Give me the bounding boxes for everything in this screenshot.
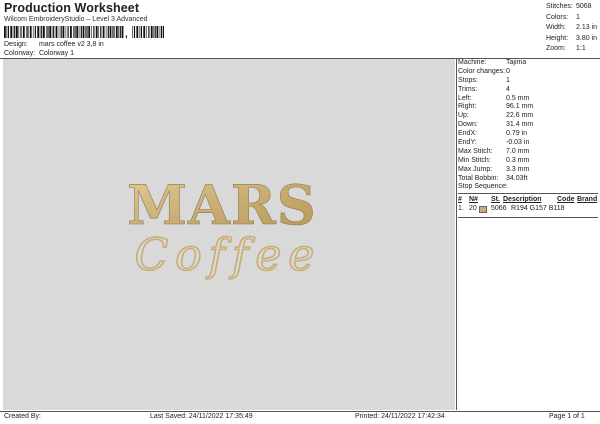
col-code: Code (557, 196, 575, 204)
detail-row: Up: 22.6 mm (458, 112, 598, 121)
detail-value: 31.4 mm (506, 121, 534, 129)
summary-label: Colors: (546, 13, 569, 21)
detail-row: Max Stitch: 7.0 mm (458, 148, 598, 157)
summary-label: Stitches: (546, 3, 573, 10)
summary-value: 5068 (576, 3, 592, 10)
detail-label: Color changes: (458, 67, 506, 75)
detail-label: Total Bobbin: (458, 174, 499, 182)
detail-row: Color changes: 0 (458, 68, 598, 77)
detail-row: Left: 0.5 mm (458, 95, 598, 104)
summary-row: Colors: 1 (546, 13, 597, 24)
footer-printed: Printed: 24/11/2022 17:42:34 (355, 413, 445, 420)
summary-value: 3.80 in (576, 34, 598, 42)
summary-label: Width: (546, 24, 566, 31)
detail-row: EndX: 0.79 in (458, 130, 598, 139)
detail-label: EndY: (458, 139, 477, 147)
design-label: Design: (4, 41, 28, 48)
summary-value: 2.13 in (576, 24, 598, 31)
col-needle: N# (469, 196, 478, 204)
detail-row: Down: 31.4 mm (458, 121, 598, 130)
detail-value: 0.79 in (506, 130, 528, 138)
barcode-mark: , (125, 29, 128, 40)
detail-label: Left: (458, 94, 472, 102)
detail-label: Min Stitch: (458, 156, 491, 164)
detail-value: 3.3 mm (506, 165, 530, 173)
design-row: Design: mars coffee v2 3,8 in (4, 41, 104, 48)
design-value: mars coffee v2 3,8 in (38, 41, 104, 48)
detail-label: Down: (458, 121, 478, 129)
color-swatch (479, 206, 487, 214)
detail-label: Trims: (458, 85, 478, 93)
col-stitches: St. (491, 196, 500, 204)
summary-row: Height: 3.80 in (546, 34, 597, 45)
colorway-row: Colorway: Colorway 1 (4, 50, 74, 57)
stop-sequence-title: Stop Sequence: (458, 183, 508, 191)
detail-value: Tajima (506, 59, 527, 66)
detail-label: Right: (458, 103, 477, 111)
footer-divider (0, 411, 600, 412)
detail-value: 0 (506, 67, 510, 75)
detail-row: Machine: Tajima (458, 59, 598, 68)
stop-sequence-divider (458, 193, 598, 195)
software-subtitle: Wilcom EmbroideryStudio – Level 3 Advanc… (4, 16, 148, 23)
detail-label: Machine: (458, 59, 487, 66)
detail-row: Trims: 4 (458, 86, 598, 95)
detail-row: Total Bobbin: 34.03ft (458, 175, 598, 184)
footer-saved: Last Saved: 24/11/2022 17:35:49 (150, 413, 253, 420)
summary-label: Height: (546, 34, 569, 42)
colorway-value: Colorway 1 (38, 50, 74, 57)
details-panel: Machine: Tajima Color changes: 0 Stops: 1 Trim… (458, 59, 598, 219)
summary-stats: Stitches: 5068 Colors: 1 Width: 2.13 in Height… (546, 2, 597, 55)
summary-row: Stitches: 5068 (546, 2, 597, 13)
row-code (571, 204, 591, 216)
row-needle: 20 (469, 205, 477, 213)
detail-label: Max Jump: (458, 165, 493, 173)
detail-row: Stops: 1 (458, 77, 598, 86)
detail-row: EndY: -0.03 in (458, 139, 598, 148)
detail-value: 1 (506, 76, 510, 84)
embroidery-design: MARS Coffee (127, 173, 322, 282)
detail-value: 4 (506, 85, 510, 93)
design-word-mars: MARS (127, 173, 317, 237)
detail-value: 34.03ft (506, 174, 528, 182)
detail-value: 22.6 mm (506, 112, 534, 120)
col-description: Description (503, 196, 542, 204)
detail-value: -0.03 in (506, 139, 530, 147)
detail-value: 7.0 mm (506, 147, 530, 155)
detail-row: Right: 96.1 mm (458, 103, 598, 112)
summary-value: 1:1 (576, 45, 586, 52)
footer-page: Page 1 of 1 (549, 413, 585, 420)
detail-label: EndX: (458, 130, 478, 138)
stop-sequence-row: 1. 20 5066 R194 G157 B118 (458, 204, 598, 216)
row-description: R194 G157 B118 (511, 205, 565, 213)
detail-label: Stops: (458, 76, 478, 84)
row-stitches: 5066 (491, 205, 507, 213)
colorway-label: Colorway: (4, 50, 36, 57)
col-num: # (458, 196, 462, 204)
page-title: Production Worksheet (4, 1, 140, 15)
barcode (4, 26, 164, 38)
stop-sequence-header: # N# St. Description Code Brand (458, 195, 598, 204)
row-num: 1. (458, 205, 464, 213)
summary-row: Width: 2.13 in (546, 23, 597, 34)
footer-created: Created By: (4, 413, 41, 420)
detail-label: Up: (458, 112, 469, 120)
detail-value: 96.1 mm (506, 103, 534, 111)
summary-row: Zoom: 1:1 (546, 44, 597, 55)
detail-row: Max Jump: 3.3 mm (458, 166, 598, 175)
panel-divider (456, 59, 457, 410)
detail-label: Max Stitch: (458, 147, 493, 155)
design-word-coffee: Coffee (135, 230, 322, 281)
summary-label: Zoom: (546, 45, 566, 52)
detail-row: Min Stitch: 0.3 mm (458, 157, 598, 166)
col-brand: Brand (577, 196, 598, 204)
summary-value: 1 (576, 13, 580, 21)
detail-value: 0.5 mm (506, 94, 530, 102)
stop-sequence-bottom-divider (458, 217, 598, 219)
detail-value: 0.3 mm (506, 156, 530, 164)
